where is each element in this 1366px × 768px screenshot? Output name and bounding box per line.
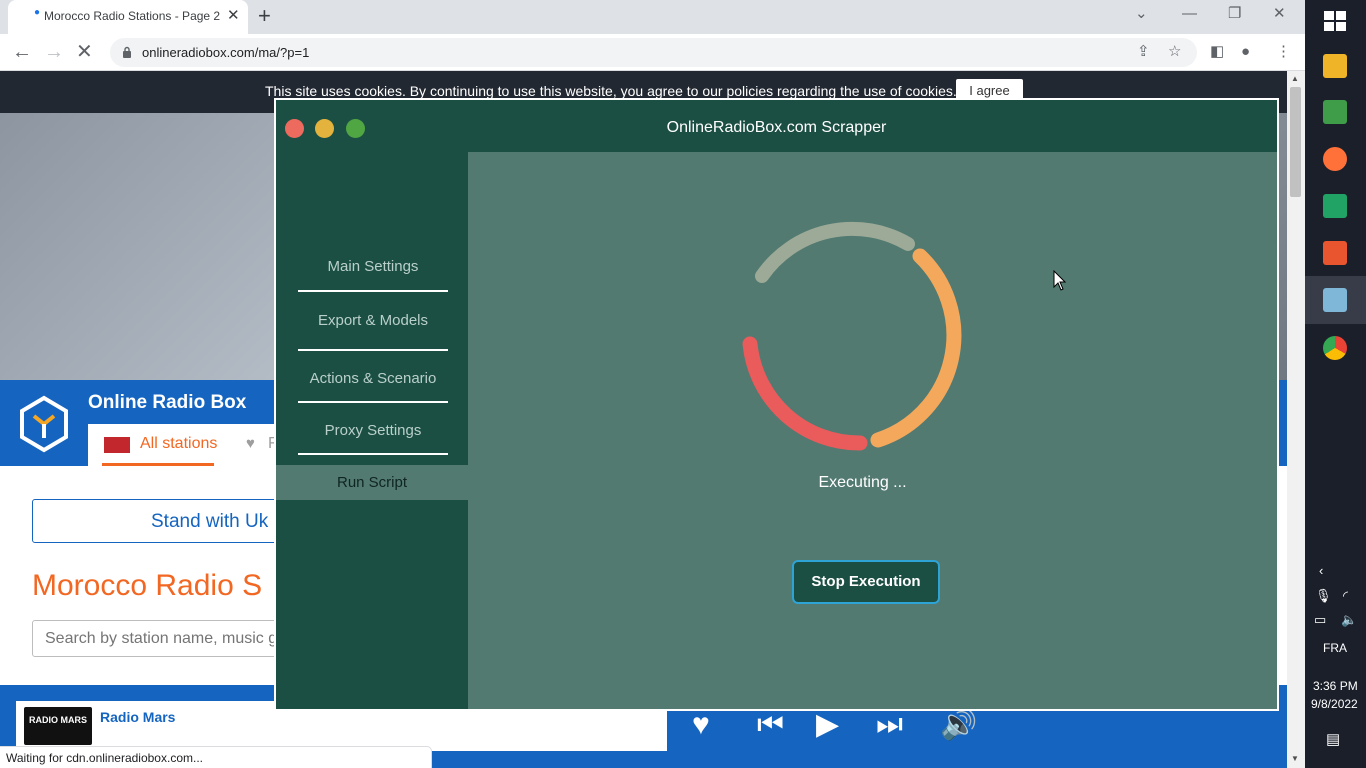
cookie-text: This site uses cookies. By continuing to… [265, 83, 957, 99]
app-sidebar: Main Settings Export & Models Actions & … [276, 152, 468, 709]
camtasia-green-icon[interactable] [1323, 194, 1347, 218]
windows-start-icon[interactable] [1324, 11, 1346, 31]
scrapper-app-window: OnlineRadioBox.com Scrapper Main Setting… [274, 98, 1279, 711]
stop-execution-button[interactable]: Stop Execution [792, 560, 940, 604]
sidebar-divider [298, 401, 448, 403]
search-placeholder: Search by station name, music g [45, 630, 278, 647]
ukraine-banner-text: Stand with Uk [151, 511, 269, 532]
loading-spinner-icon [742, 221, 962, 451]
sidebar-item-label: Run Script [336, 474, 408, 491]
browser-tab[interactable]: ● Morocco Radio Stations - Page 2 ✕ [8, 0, 248, 34]
site-brand-name[interactable]: Online Radio Box [88, 392, 246, 414]
speaker-icon[interactable]: 🔈 [1341, 612, 1357, 628]
tab-close-icon[interactable]: ✕ [227, 6, 240, 26]
all-stations-tab[interactable]: All stations [140, 435, 217, 453]
browser-toolbar: ← → ✕ onlineradiobox.com/ma/?p=1 ⇪ ☆ ◧ ●… [0, 34, 1305, 71]
camtasia-orange-icon[interactable] [1323, 241, 1347, 265]
notepad-icon[interactable] [1323, 100, 1347, 124]
menu-icon[interactable]: ⋮ [1276, 42, 1291, 62]
app-title: OnlineRadioBox.com Scrapper [666, 119, 887, 136]
browser-tab-strip: ● Morocco Radio Stations - Page 2 ✕ + ⌄ … [0, 0, 1305, 34]
browser-status-bar: Waiting for cdn.onlineradiobox.com... [0, 746, 432, 768]
firefox-icon[interactable] [1323, 147, 1347, 171]
sidebar-item-run-script[interactable]: Run Script [276, 465, 468, 500]
close-window-icon[interactable]: ✕ [1273, 4, 1286, 24]
forward-icon[interactable]: → [44, 40, 64, 64]
sidebar-divider [298, 453, 448, 455]
page-scrollbar[interactable]: ▲ ▼ [1287, 71, 1305, 768]
previous-track-icon[interactable]: ⏮ [757, 707, 784, 743]
tab-search-icon[interactable]: ⌄ [1135, 4, 1148, 24]
scroll-down-icon[interactable]: ▼ [1291, 754, 1299, 763]
page-heading: Morocco Radio S [32, 569, 263, 602]
file-explorer-icon[interactable] [1323, 54, 1347, 78]
wifi-icon[interactable]: ◜ [1343, 588, 1348, 604]
tab-title: Morocco Radio Stations - Page 2 [44, 9, 221, 23]
minimize-window-icon[interactable]: — [1182, 4, 1197, 24]
sidebar-item-proxy-settings[interactable]: Proxy Settings [298, 422, 448, 442]
run-script-panel: Executing ... Stop Execution [468, 152, 1277, 709]
site-tabs: All stations ♥ F [88, 424, 288, 466]
bookmark-star-icon[interactable]: ☆ [1168, 43, 1181, 61]
windows-taskbar: ‹ 🎙 ◜ ▭ 🔈 FRA 3:36 PM 9/8/2022 ▤ [1305, 0, 1366, 768]
stop-loading-icon[interactable]: ✕ [76, 40, 93, 64]
lock-icon [123, 46, 131, 58]
play-icon[interactable]: ▶ [816, 707, 839, 743]
sidebar-item-export-models[interactable]: Export & Models [298, 312, 448, 332]
clock-time[interactable]: 3:36 PM [1313, 679, 1358, 693]
site-logo-icon [20, 395, 68, 453]
notification-icon[interactable]: ▤ [1326, 730, 1340, 748]
new-tab-icon[interactable]: + [258, 3, 271, 29]
microphone-icon[interactable]: 🎙 [1315, 588, 1332, 604]
back-icon[interactable]: ← [12, 40, 32, 64]
volume-icon[interactable]: 🔊 [940, 707, 977, 743]
station-name[interactable]: Radio Mars [100, 709, 175, 725]
scroll-up-icon[interactable]: ▲ [1291, 74, 1299, 83]
address-bar[interactable]: onlineradiobox.com/ma/?p=1 ⇪ ☆ [110, 38, 1197, 67]
battery-icon[interactable]: ▭ [1314, 612, 1326, 628]
active-tab-underline [102, 463, 214, 466]
mouse-cursor-icon [1053, 270, 1067, 291]
profile-icon[interactable]: ● [1241, 42, 1250, 62]
scrapper-app-icon[interactable] [1323, 288, 1347, 312]
sidebar-divider [298, 349, 448, 351]
status-text: Waiting for cdn.onlineradiobox.com... [6, 751, 203, 765]
scrollbar-thumb[interactable] [1290, 87, 1301, 197]
next-track-icon[interactable]: ⏭ [876, 707, 903, 743]
clock-date[interactable]: 9/8/2022 [1311, 697, 1358, 711]
chrome-icon[interactable] [1323, 336, 1347, 360]
show-hidden-icons[interactable]: ‹ [1319, 563, 1323, 578]
favorite-heart-icon[interactable]: ♥ [692, 707, 710, 743]
tab-loading-icon: ● [34, 7, 41, 18]
sidebar-item-main-settings[interactable]: Main Settings [298, 258, 448, 278]
share-icon[interactable]: ⇪ [1137, 43, 1150, 61]
side-panel-icon[interactable]: ◧ [1210, 42, 1224, 62]
restore-window-icon[interactable]: ❐ [1228, 4, 1241, 24]
heart-icon: ♥ [246, 435, 255, 452]
morocco-flag-icon [104, 437, 130, 453]
station-logo: RADIO MARS [24, 707, 92, 745]
language-indicator[interactable]: FRA [1323, 641, 1347, 655]
sidebar-item-actions-scenario[interactable]: Actions & Scenario [298, 370, 448, 390]
sidebar-divider [298, 290, 448, 292]
url-text: onlineradiobox.com/ma/?p=1 [142, 45, 310, 60]
execution-status: Executing ... [818, 474, 907, 491]
